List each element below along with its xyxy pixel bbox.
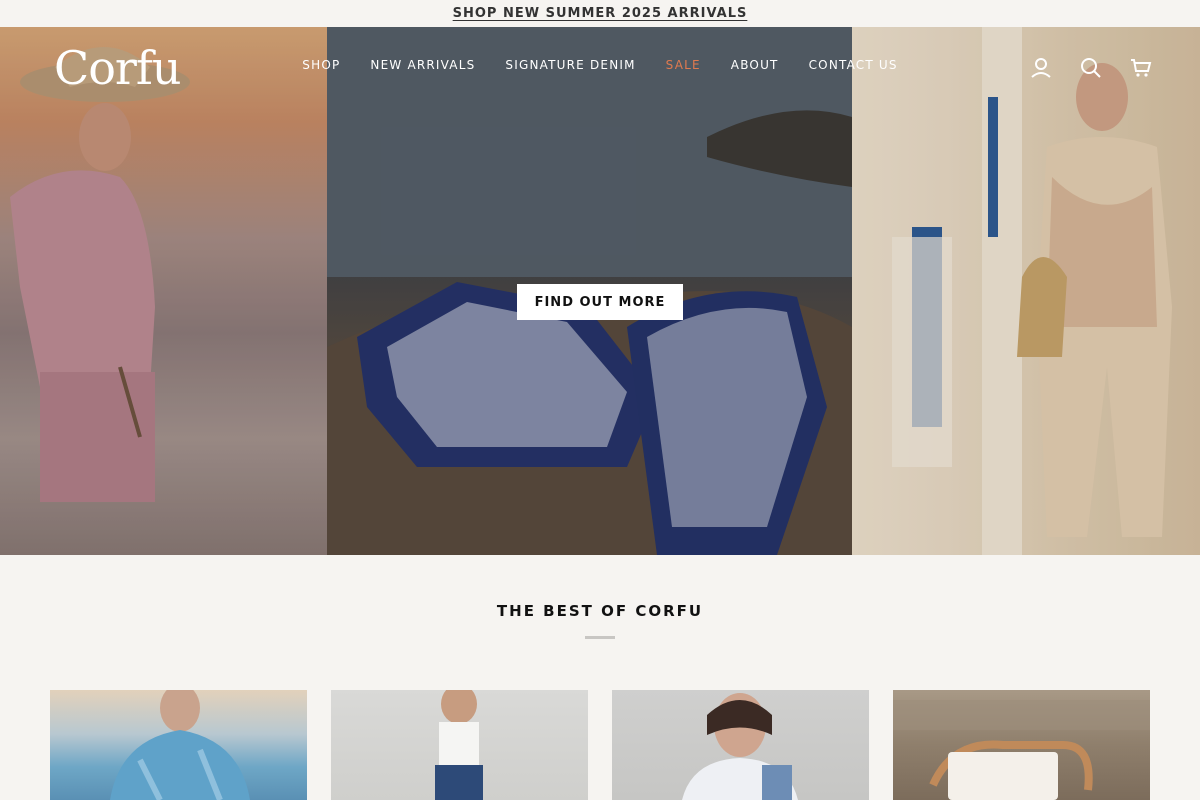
brand-logo[interactable]: Corfu bbox=[54, 41, 182, 95]
nav-item-contact-us[interactable]: CONTACT US bbox=[794, 58, 913, 72]
nav-item-about[interactable]: ABOUT bbox=[716, 58, 794, 72]
nav-item-sale[interactable]: SALE bbox=[651, 58, 716, 72]
product-card-3[interactable] bbox=[612, 690, 869, 800]
section-divider bbox=[585, 636, 615, 639]
announcement-bar: SHOP NEW SUMMER 2025 ARRIVALS bbox=[0, 0, 1200, 27]
nav-item-signature-denim[interactable]: SIGNATURE DENIM bbox=[490, 58, 650, 72]
header-icons bbox=[1030, 57, 1152, 79]
section-title: THE BEST OF CORFU bbox=[496, 602, 704, 620]
hero-banner: Corfu SHOP NEW ARRIVALS SIGNATURE DENIM … bbox=[0, 27, 1200, 555]
account-icon[interactable] bbox=[1030, 57, 1052, 79]
main-navigation: SHOP NEW ARRIVALS SIGNATURE DENIM SALE A… bbox=[300, 58, 900, 72]
product-grid bbox=[50, 690, 1150, 800]
product-image-1 bbox=[110, 690, 250, 800]
product-card-4[interactable] bbox=[893, 690, 1150, 800]
cart-icon[interactable] bbox=[1130, 57, 1152, 79]
product-card-1[interactable] bbox=[50, 690, 307, 800]
search-icon[interactable] bbox=[1080, 57, 1102, 79]
product-image-3 bbox=[682, 693, 798, 800]
product-card-2[interactable] bbox=[331, 690, 588, 800]
nav-item-shop[interactable]: SHOP bbox=[287, 58, 355, 72]
announcement-link[interactable]: SHOP NEW SUMMER 2025 ARRIVALS bbox=[453, 6, 748, 21]
find-out-more-button[interactable]: FIND OUT MORE bbox=[517, 284, 683, 320]
product-image-4 bbox=[893, 700, 1150, 800]
product-image-2 bbox=[435, 690, 483, 800]
nav-item-new-arrivals[interactable]: NEW ARRIVALS bbox=[355, 58, 490, 72]
